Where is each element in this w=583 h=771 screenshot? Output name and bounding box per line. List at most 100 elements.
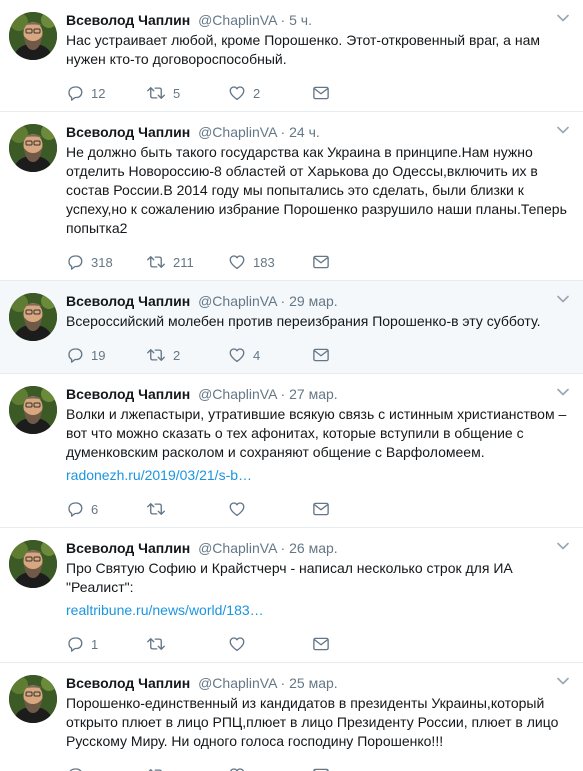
- avatar[interactable]: [9, 293, 57, 341]
- author-name[interactable]: Всеволод Чаплин: [66, 293, 190, 309]
- avatar[interactable]: [9, 386, 57, 434]
- like-count: 512: [253, 768, 275, 771]
- retweet-icon: [148, 769, 162, 771]
- retweet-button[interactable]: 325: [146, 766, 228, 771]
- caret-down-icon[interactable]: [557, 126, 569, 134]
- tweet-text: Не должно быть такого государства как Ук…: [66, 144, 567, 236]
- reply-count: 1: [91, 636, 99, 652]
- retweet-icon: [147, 638, 165, 650]
- direct-message-button[interactable]: [312, 254, 330, 270]
- retweet-button[interactable]: 211: [146, 253, 228, 271]
- caret-down-icon[interactable]: [557, 295, 569, 303]
- caret-down-icon[interactable]: [557, 388, 569, 396]
- author-handle[interactable]: @ChaplinVA: [198, 675, 277, 691]
- timestamp[interactable]: 27 мар.: [289, 386, 338, 402]
- reply-count: 19: [91, 347, 106, 363]
- avatar-portrait-icon: [9, 386, 57, 434]
- reply-button[interactable]: 19: [66, 346, 146, 364]
- like-icon: [229, 502, 245, 517]
- like-button[interactable]: 4: [228, 346, 312, 364]
- tweet-text: Всероссийский молебен против переизбрани…: [66, 313, 541, 329]
- like-button[interactable]: 2: [228, 84, 312, 102]
- direct-message-button[interactable]: [312, 767, 330, 771]
- author-name[interactable]: Всеволод Чаплин: [66, 675, 190, 691]
- like-button[interactable]: [228, 500, 312, 518]
- like-icon: [229, 86, 245, 101]
- tweet[interactable]: Всеволод Чаплин @ChaplinVA · 5 ч. Нас ус…: [0, 0, 583, 112]
- retweet-icon: [147, 256, 165, 268]
- like-button[interactable]: [228, 635, 312, 653]
- avatar[interactable]: [9, 540, 57, 588]
- tweet-link[interactable]: realtribune.ru/news/world/183…: [66, 601, 571, 620]
- author-name[interactable]: Всеволод Чаплин: [66, 12, 190, 28]
- reply-count: 6: [91, 501, 99, 517]
- reply-button[interactable]: 6: [66, 500, 146, 518]
- avatar[interactable]: [9, 675, 57, 723]
- tweet[interactable]: Всеволод Чаплин @ChaplinVA · 25 мар. Пор…: [0, 663, 583, 771]
- tweet-header: Всеволод Чаплин @ChaplinVA · 27 мар.: [66, 384, 571, 403]
- reply-button[interactable]: 1: [66, 635, 146, 653]
- tweet-header: Всеволод Чаплин @ChaplinVA · 25 мар.: [66, 673, 571, 692]
- retweet-button[interactable]: [146, 635, 228, 653]
- timestamp[interactable]: 25 мар.: [289, 675, 338, 691]
- author-handle[interactable]: @ChaplinVA: [198, 293, 277, 309]
- like-icon: [229, 768, 245, 771]
- avatar-portrait-icon: [9, 675, 57, 723]
- timestamp[interactable]: 24 ч.: [289, 124, 320, 140]
- caret-down-icon[interactable]: [557, 542, 569, 550]
- reply-count: 12: [91, 85, 106, 101]
- avatar[interactable]: [9, 124, 57, 172]
- author-handle[interactable]: @ChaplinVA: [198, 540, 277, 556]
- timestamp[interactable]: 29 мар.: [289, 293, 338, 309]
- like-count: 2: [253, 85, 261, 101]
- direct-message-button[interactable]: [312, 636, 330, 652]
- avatar-portrait-icon: [9, 12, 57, 60]
- timestamp[interactable]: 26 мар.: [289, 540, 338, 556]
- tweet-actions: 6: [66, 491, 571, 527]
- separator-dot: ·: [280, 12, 286, 28]
- tweet-link[interactable]: radonezh.ru/2019/03/21/s-b…: [66, 466, 571, 485]
- separator-dot: ·: [280, 675, 286, 691]
- caret-down-icon[interactable]: [557, 677, 569, 685]
- dm-icon: [313, 348, 329, 362]
- dm-icon: [313, 86, 329, 100]
- tweet-actions: 12 5 2: [66, 75, 571, 111]
- reply-button[interactable]: 12: [66, 84, 146, 102]
- tweet[interactable]: Всеволод Чаплин @ChaplinVA · 27 мар. Вол…: [0, 374, 583, 528]
- tweet[interactable]: Всеволод Чаплин @ChaplinVA · 29 мар. Все…: [0, 281, 583, 374]
- separator-dot: ·: [280, 293, 286, 309]
- retweet-count: 5: [173, 85, 181, 101]
- direct-message-button[interactable]: [312, 501, 330, 517]
- caret-down-icon[interactable]: [557, 14, 569, 22]
- avatar[interactable]: [9, 12, 57, 60]
- like-button[interactable]: 183: [228, 253, 312, 271]
- reply-icon: [68, 502, 83, 517]
- author-handle[interactable]: @ChaplinVA: [198, 12, 277, 28]
- reply-button[interactable]: 523: [66, 766, 146, 771]
- dm-icon: [313, 255, 329, 269]
- tweet[interactable]: Всеволод Чаплин @ChaplinVA · 24 ч. Не до…: [0, 112, 583, 281]
- retweet-button[interactable]: [146, 500, 228, 518]
- tweet-text: Волки и лжепастыри, утратившие всякую св…: [66, 406, 567, 460]
- like-icon: [229, 255, 245, 270]
- tweet-text: Порошенко-единственный из кандидатов в п…: [66, 695, 559, 749]
- tweet[interactable]: Всеволод Чаплин @ChaplinVA · 26 мар. Про…: [0, 528, 583, 663]
- retweet-button[interactable]: 2: [146, 346, 228, 364]
- tweet-actions: 1: [66, 626, 571, 662]
- dm-icon: [313, 768, 329, 771]
- timestamp[interactable]: 5 ч.: [289, 12, 312, 28]
- author-handle[interactable]: @ChaplinVA: [198, 386, 277, 402]
- author-handle[interactable]: @ChaplinVA: [198, 124, 277, 140]
- author-name[interactable]: Всеволод Чаплин: [66, 540, 190, 556]
- retweet-icon: [147, 503, 165, 515]
- tweet-actions: 523 325 512: [66, 757, 571, 771]
- tweet-text: Нас устраивает любой, кроме Порошенко. Э…: [66, 32, 540, 67]
- author-name[interactable]: Всеволод Чаплин: [66, 386, 190, 402]
- retweet-button[interactable]: 5: [146, 84, 228, 102]
- like-button[interactable]: 512: [228, 766, 312, 771]
- author-name[interactable]: Всеволод Чаплин: [66, 124, 190, 140]
- direct-message-button[interactable]: [312, 347, 330, 363]
- reply-button[interactable]: 318: [66, 253, 146, 271]
- direct-message-button[interactable]: [312, 85, 330, 101]
- separator-dot: ·: [280, 540, 286, 556]
